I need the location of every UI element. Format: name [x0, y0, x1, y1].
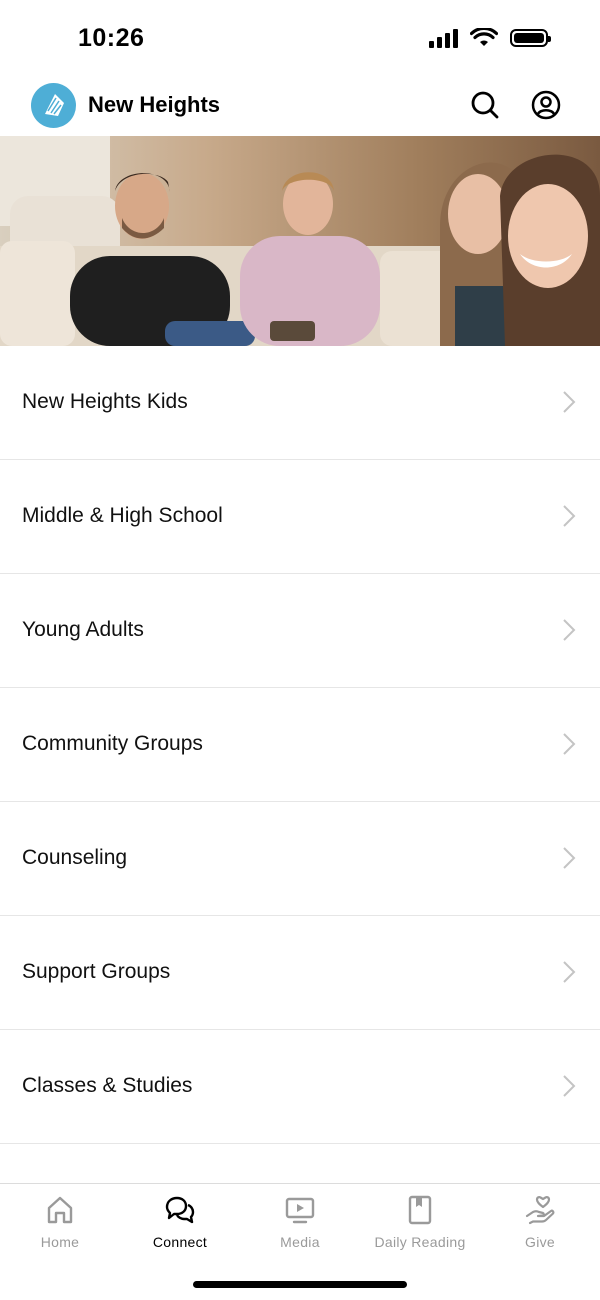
bookmark-book-icon [408, 1195, 432, 1225]
tab-label: Daily Reading [374, 1234, 466, 1250]
video-player-icon [285, 1197, 315, 1224]
tab-home[interactable]: Home [0, 1194, 120, 1260]
app-logo [31, 83, 76, 128]
menu-item-middle-high-school[interactable]: Middle & High School [0, 460, 600, 574]
menu-item-young-adults[interactable]: Young Adults [0, 574, 600, 688]
tab-give[interactable]: Give [480, 1194, 600, 1260]
battery-icon [510, 29, 551, 47]
chat-bubbles-icon [165, 1196, 195, 1224]
heart-hand-icon [525, 1196, 555, 1225]
menu-item-label: Classes & Studies [22, 1074, 193, 1097]
user-circle-icon [531, 90, 561, 120]
chevron-right-icon [563, 733, 576, 755]
hero-image [0, 136, 600, 346]
menu-item-new-heights-kids[interactable]: New Heights Kids [0, 346, 600, 460]
chevron-right-icon [563, 961, 576, 983]
chevron-right-icon [563, 505, 576, 527]
menu-item-label: Young Adults [22, 618, 144, 641]
status-time: 10:26 [78, 24, 145, 52]
tab-label: Connect [152, 1234, 208, 1250]
tab-connect[interactable]: Connect [120, 1194, 240, 1260]
cellular-signal-icon [429, 28, 458, 48]
menu-item-label: Community Groups [22, 732, 203, 755]
wifi-icon [470, 28, 498, 46]
app-header: New Heights [0, 80, 600, 136]
menu-item-classes-studies[interactable]: Classes & Studies [0, 1030, 600, 1144]
menu-item-counseling[interactable]: Counseling [0, 802, 600, 916]
menu-item-label: Counseling [22, 846, 128, 869]
chevron-right-icon [563, 619, 576, 641]
home-indicator[interactable] [193, 1281, 407, 1288]
tab-media[interactable]: Media [240, 1194, 360, 1260]
home-icon [47, 1196, 73, 1224]
menu-item-support-groups[interactable]: Support Groups [0, 916, 600, 1030]
search-button[interactable] [467, 87, 503, 123]
ministry-menu-list: New Heights Kids Middle & High School Yo… [0, 346, 600, 1144]
menu-item-label: Middle & High School [22, 504, 223, 527]
search-icon [471, 91, 499, 119]
tab-label: Give [525, 1234, 555, 1250]
profile-button[interactable] [528, 87, 564, 123]
tab-label: Media [280, 1234, 320, 1250]
chevron-right-icon [563, 847, 576, 869]
tab-daily-reading[interactable]: Daily Reading [360, 1194, 480, 1260]
chevron-right-icon [563, 1075, 576, 1097]
app-title: New Heights [88, 92, 221, 117]
menu-item-community-groups[interactable]: Community Groups [0, 688, 600, 802]
menu-item-label: Support Groups [22, 960, 171, 983]
status-bar: 10:26 [0, 0, 600, 80]
menu-item-label: New Heights Kids [22, 390, 188, 413]
status-icons [429, 28, 551, 48]
tab-label: Home [40, 1234, 80, 1250]
chevron-right-icon [563, 391, 576, 413]
